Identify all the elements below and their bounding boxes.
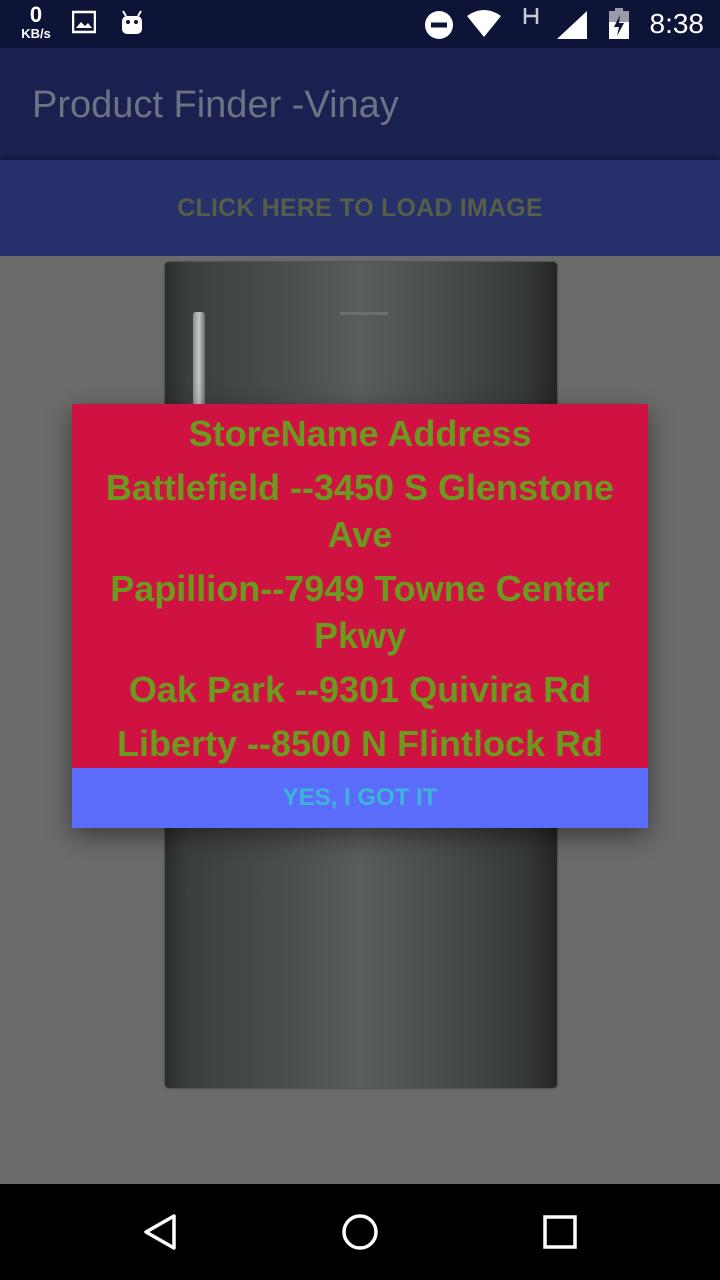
wifi-icon [467, 10, 501, 37]
confirm-button[interactable]: YES, I GOT IT [72, 768, 648, 828]
android-icon [122, 10, 142, 34]
store-list-dialog: StoreName Address Battlefield --3450 S G… [72, 404, 648, 828]
do-not-disturb-icon [425, 11, 453, 39]
dialog-header-line: StoreName Address [188, 413, 532, 454]
store-line-oak-park: Oak Park --9301 Quivira Rd [128, 669, 592, 710]
app-title: Product Finder -Vinay [32, 84, 399, 126]
network-speed: 0 KB/s [16, 2, 56, 41]
home-icon[interactable] [340, 1212, 380, 1252]
battery-icon [609, 8, 629, 39]
store-line-battlefield: Battlefield --3450 S Glenstone Ave [105, 467, 615, 555]
network-speed-unit: KB/s [21, 26, 51, 41]
load-image-button[interactable]: CLICK HERE TO LOAD IMAGE [0, 160, 720, 256]
app-bar: Product Finder -Vinay [0, 48, 720, 160]
h-network-icon [523, 8, 539, 24]
clock: 8:38 [649, 8, 705, 39]
store-line-papillion: Papillion--7949 Towne Center Pkwy [110, 568, 610, 656]
network-speed-value: 0 [29, 2, 43, 27]
recents-icon[interactable] [540, 1212, 580, 1252]
store-line-liberty: Liberty --8500 N Flintlock Rd [116, 723, 604, 764]
fridge-logo [340, 312, 388, 315]
navigation-bar [0, 1184, 720, 1280]
image-icon [72, 10, 96, 34]
signal-icon [557, 11, 587, 39]
status-bar: 0 KB/s 8:38 [0, 0, 720, 48]
back-icon[interactable] [140, 1212, 180, 1252]
dialog-body: StoreName Address Battlefield --3450 S G… [72, 404, 648, 768]
